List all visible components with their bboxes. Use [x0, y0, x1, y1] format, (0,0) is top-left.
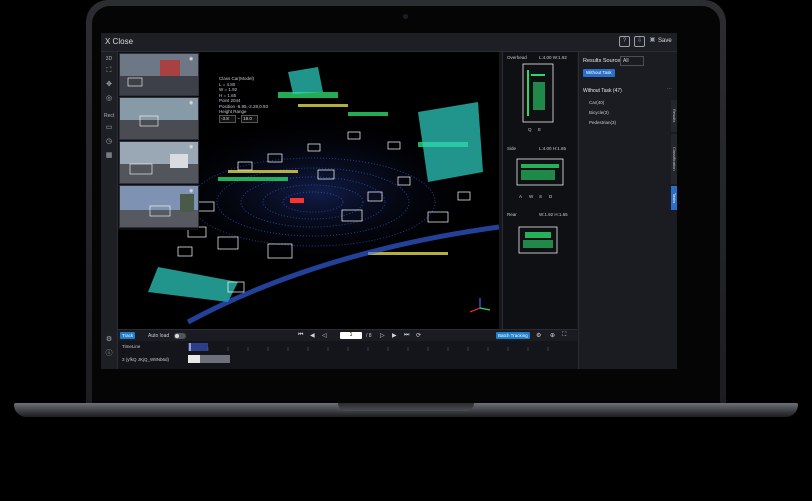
top-bar: X Close ? ⇩ ▣ Save — [101, 33, 677, 52]
step-back-icon[interactable]: ◁ — [322, 332, 327, 339]
class-bicycle[interactable]: Bicycle(3) — [589, 110, 609, 115]
auto-load-label: Auto load — [148, 333, 170, 339]
skip-forward-icon[interactable]: ⏭ — [404, 332, 409, 339]
camera-thumb-1[interactable] — [119, 53, 199, 96]
move-w-button[interactable]: W — [529, 194, 533, 199]
fullscreen-icon[interactable]: ⛶ — [562, 332, 566, 339]
rear-dims: W:1.92 H:1.65 — [539, 212, 568, 217]
skip-back-icon[interactable]: ⏮ — [298, 332, 303, 339]
tab-results[interactable]: Results — [671, 100, 677, 132]
side-views-panel: Overhead L:4.00 W:1.92 Q E Side L:4.00 H… — [502, 52, 577, 329]
rect-icon[interactable]: ▭ — [104, 123, 114, 133]
object-info-panel: Class Car(Model) L = 4.80 W = 1.92 H = 1… — [219, 76, 268, 123]
eye-icon[interactable]: ◉ — [189, 56, 193, 62]
auto-load-toggle[interactable] — [174, 333, 186, 339]
timeline-label: TimeLine — [122, 344, 141, 349]
gear-icon[interactable]: ⚙ — [536, 332, 541, 339]
play-icon[interactable]: ▶ — [392, 332, 397, 339]
side-title: Side — [507, 146, 517, 151]
laptop-notch — [338, 403, 474, 411]
overhead-title: Overhead — [507, 55, 527, 60]
zoom-in-icon[interactable]: ⊕ — [550, 332, 555, 339]
height-min-input[interactable]: -3.8 — [219, 114, 236, 123]
track-name: 3 (yfkQ JKjQ_W8Nb6d) — [122, 357, 170, 362]
loop-icon[interactable]: ⟳ — [416, 332, 421, 339]
bottom-left-toolbar: ⚙ ⓘ — [101, 329, 118, 369]
move-d-button[interactable]: D — [549, 194, 552, 199]
tab-classification[interactable]: Classification — [671, 134, 677, 184]
frame-total: / 8 — [366, 333, 372, 339]
step-forward-icon[interactable]: ▷ — [380, 332, 385, 339]
close-button[interactable]: X Close — [105, 37, 133, 46]
results-source-select[interactable]: All — [620, 56, 644, 66]
eye-icon[interactable]: ◉ — [189, 144, 193, 150]
rear-title: Rear — [507, 212, 517, 217]
class-car[interactable]: Car(40) — [589, 100, 604, 105]
target-icon[interactable]: ◎ — [104, 94, 114, 104]
track-button[interactable]: Track — [120, 332, 136, 339]
tool-rect[interactable]: Rect — [104, 111, 114, 121]
save-button[interactable]: Save — [658, 38, 672, 44]
camera-dot — [403, 14, 408, 19]
batch-tracking-button[interactable]: Batch Tracking — [496, 332, 530, 339]
rotate-q-button[interactable]: Q — [528, 127, 532, 132]
move-icon[interactable]: ✥ — [104, 80, 114, 90]
laptop-frame: X Close ? ⇩ ▣ Save 3D ⛶ ✥ ◎ Rect ▭ ◷ ▦ C… — [0, 0, 812, 501]
camera-thumb-4[interactable] — [119, 185, 199, 228]
eye-icon[interactable]: ◉ — [189, 188, 193, 194]
without-task-filter[interactable]: Without Task — [583, 69, 615, 77]
group-without-task[interactable]: Without Task (47) — [583, 88, 622, 94]
move-a-button[interactable]: A — [519, 194, 522, 199]
range-separator: ~ — [237, 115, 240, 121]
grid-icon[interactable]: ▦ — [104, 151, 114, 161]
save-icon[interactable]: ▣ — [648, 36, 657, 45]
app-screen: X Close ? ⇩ ▣ Save 3D ⛶ ✥ ◎ Rect ▭ ◷ ▦ C… — [101, 33, 677, 369]
more-icon[interactable]: ⋯ — [667, 86, 672, 92]
class-pedestrian[interactable]: Pedestrian(3) — [589, 120, 616, 125]
rear-view[interactable] — [517, 224, 561, 258]
timeline-panel: TimeLine 3 (yfkQ JKjQ_W8Nb6d) — [118, 341, 577, 369]
timeline-ruler[interactable] — [188, 343, 573, 351]
settings-icon[interactable]: ⚙ — [104, 335, 114, 345]
info-icon[interactable]: ⓘ — [104, 349, 114, 359]
crop-icon[interactable]: ⛶ — [104, 66, 114, 76]
overhead-view[interactable] — [521, 62, 555, 124]
camera-thumbnails: ◉ ◉ ◉ ◉ — [118, 52, 199, 230]
left-toolbar: 3D ⛶ ✥ ◎ Rect ▭ ◷ ▦ — [101, 52, 118, 329]
timeline-track[interactable] — [188, 355, 573, 363]
results-source-title: Results Source — [583, 58, 621, 64]
results-panel: Results Source All Without Task ⋯ Withou… — [578, 52, 677, 369]
side-dims: L:4.00 H:1.65 — [539, 146, 567, 151]
camera-thumb-3[interactable] — [119, 141, 199, 184]
rotate-e-button[interactable]: E — [538, 127, 541, 132]
prev-frame-icon[interactable]: ◀ — [310, 332, 315, 339]
height-max-input[interactable]: 19.0 — [241, 114, 259, 123]
move-s-button[interactable]: S — [539, 194, 542, 199]
comment-icon[interactable]: ? — [619, 36, 630, 47]
side-view[interactable] — [515, 156, 567, 190]
frame-input[interactable]: 1 — [340, 332, 362, 339]
eye-icon[interactable]: ◉ — [189, 100, 193, 106]
tool-3d[interactable]: 3D — [104, 54, 114, 64]
export-icon[interactable]: ⇩ — [634, 36, 645, 47]
tab-tasks[interactable]: Tasks — [671, 186, 677, 210]
history-icon[interactable]: ◷ — [104, 137, 114, 147]
overhead-dims: L:4.00 W:1.92 — [539, 55, 567, 60]
camera-thumb-2[interactable] — [119, 97, 199, 140]
